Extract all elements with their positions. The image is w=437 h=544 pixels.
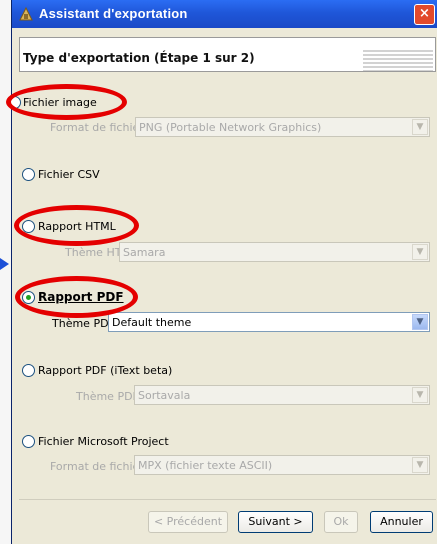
radio-label-itext[interactable]: Rapport PDF (iText beta) (38, 364, 172, 377)
chevron-down-icon[interactable]: ▼ (412, 457, 428, 473)
radio-label-image[interactable]: Fichier image (23, 96, 97, 109)
screenshot-frame: Assistant d'exportation × Type d'exporta… (0, 0, 437, 544)
itext-theme-value: Sortavala (138, 389, 191, 402)
chevron-down-icon[interactable]: ▼ (412, 314, 428, 330)
chevron-down-icon[interactable]: ▼ (412, 119, 428, 135)
step-title: Type d'exportation (Étape 1 sur 2) (23, 51, 255, 65)
radio-label-pdf[interactable]: Rapport PDF (38, 290, 124, 304)
radio-html[interactable] (22, 220, 35, 233)
pdf-theme-label: Thème PDF (52, 317, 115, 330)
radio-itext[interactable] (22, 364, 35, 377)
footer-separator (19, 499, 436, 500)
image-format-label: Format de fichier (50, 121, 144, 134)
itext-theme-label: Thème PDF (76, 390, 139, 403)
radio-label-html[interactable]: Rapport HTML (38, 220, 116, 233)
image-format-select[interactable]: PNG (Portable Network Graphics) ▼ (135, 117, 430, 137)
chevron-down-icon[interactable]: ▼ (412, 387, 428, 403)
radio-msproject[interactable] (22, 435, 35, 448)
export-wizard-dialog: Assistant d'exportation × Type d'exporta… (6, 0, 437, 544)
step-header: Type d'exportation (Étape 1 sur 2) (19, 37, 436, 72)
cancel-button[interactable]: Annuler (370, 511, 433, 533)
itext-theme-select[interactable]: Sortavala ▼ (134, 385, 430, 405)
html-theme-select[interactable]: Samara ▼ (119, 242, 430, 262)
radio-pdf[interactable] (22, 291, 35, 304)
background-window-strip (0, 0, 11, 544)
msproject-format-select[interactable]: MPX (fichier texte ASCII) ▼ (134, 455, 430, 475)
ok-button[interactable]: Ok (324, 511, 358, 533)
window-title: Assistant d'exportation (39, 6, 188, 21)
arrow-pointer-icon (0, 258, 9, 270)
pdf-theme-select[interactable]: Default theme ▼ (108, 312, 430, 332)
image-format-value: PNG (Portable Network Graphics) (139, 121, 322, 134)
pdf-theme-value: Default theme (112, 316, 192, 329)
header-decoration (363, 48, 433, 71)
msproject-format-label: Format de fichier (50, 460, 144, 473)
html-theme-value: Samara (123, 246, 166, 259)
next-button[interactable]: Suivant > (238, 511, 313, 533)
radio-image[interactable] (8, 96, 21, 109)
radio-label-msproject[interactable]: Fichier Microsoft Project (38, 435, 169, 448)
close-button[interactable]: × (414, 4, 435, 25)
previous-button[interactable]: < Précédent (148, 511, 228, 533)
radio-label-csv[interactable]: Fichier CSV (38, 168, 100, 181)
radio-csv[interactable] (22, 168, 35, 181)
title-bar[interactable]: Assistant d'exportation × (12, 0, 437, 28)
chevron-down-icon[interactable]: ▼ (412, 244, 428, 260)
msproject-format-value: MPX (fichier texte ASCII) (138, 459, 273, 472)
app-icon (19, 6, 33, 21)
close-icon: × (419, 6, 430, 21)
